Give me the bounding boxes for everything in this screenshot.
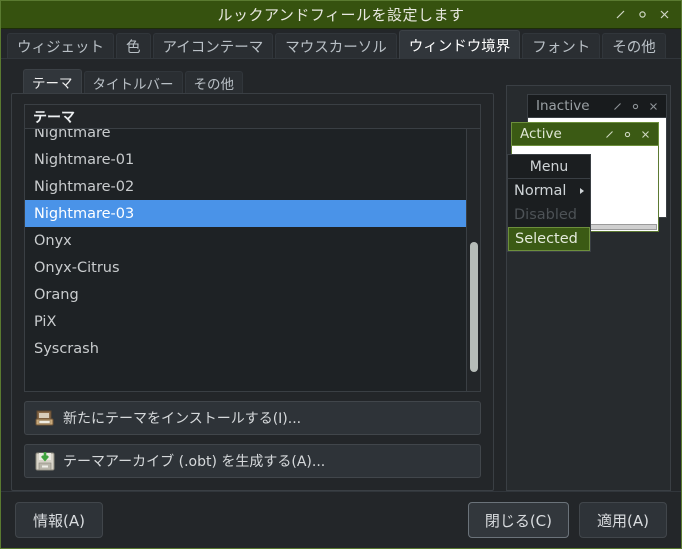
theme-list-scroll: Nightmare Nightmare-01 Nightmare-02 Nigh… bbox=[25, 129, 466, 362]
theme-panel: テーマ Nightmare Nightmare-01 Nightmare-02 … bbox=[11, 93, 494, 491]
minimize-icon bbox=[608, 97, 626, 115]
close-button[interactable]: 閉じる(C) bbox=[467, 502, 569, 538]
tab-fonts[interactable]: フォント bbox=[522, 33, 601, 59]
page-body: テーマ タイトルバー その他 テーマ Nightmare Nightmare-0… bbox=[1, 59, 681, 491]
titlebar[interactable]: ルックアンドフィールを設定します bbox=[1, 1, 681, 29]
list-item[interactable]: Nightmare-02 bbox=[25, 173, 466, 200]
statusbar-cell bbox=[586, 224, 657, 230]
list-item[interactable]: Syscrash bbox=[25, 335, 466, 362]
preview-menu-item-label: Disabled bbox=[514, 207, 577, 223]
left-column: テーマ タイトルバー その他 テーマ Nightmare Nightmare-0… bbox=[11, 67, 494, 491]
close-icon[interactable] bbox=[653, 4, 675, 26]
theme-list: テーマ Nightmare Nightmare-01 Nightmare-02 … bbox=[24, 104, 481, 392]
minimize-icon bbox=[600, 125, 618, 143]
list-item[interactable]: Onyx bbox=[25, 227, 466, 254]
minimize-icon[interactable] bbox=[609, 4, 631, 26]
preview-menu-title: Menu bbox=[508, 155, 590, 179]
preview-menu-item-selected: Selected bbox=[508, 227, 590, 251]
preview-menu-item-label: Selected bbox=[515, 231, 578, 247]
preview-menu: Menu Normal Disabled Selected bbox=[507, 154, 591, 252]
info-button[interactable]: 情報(A) bbox=[15, 502, 103, 538]
tab-mouse-cursor[interactable]: マウスカーソル bbox=[275, 33, 397, 59]
preview-menu-item-normal: Normal bbox=[508, 179, 590, 203]
install-archive-icon bbox=[34, 407, 56, 429]
list-item[interactable]: Nightmare-01 bbox=[25, 146, 466, 173]
install-theme-button[interactable]: 新たにテーマをインストールする(I)... bbox=[24, 401, 481, 435]
window-title: ルックアンドフィールを設定します bbox=[217, 6, 465, 24]
subtab-theme[interactable]: テーマ bbox=[23, 69, 82, 93]
maximize-icon[interactable] bbox=[631, 4, 653, 26]
list-item[interactable]: PiX bbox=[25, 308, 466, 335]
create-archive-button[interactable]: テーマアーカイブ (.obt) を生成する(A)... bbox=[24, 444, 481, 478]
preview-active-title: Active bbox=[520, 126, 562, 142]
tab-widgets[interactable]: ウィジェット bbox=[7, 33, 114, 59]
preview-inactive-title: Inactive bbox=[536, 98, 590, 114]
tab-icon-theme[interactable]: アイコンテーマ bbox=[152, 33, 274, 59]
list-item[interactable]: Orang bbox=[25, 281, 466, 308]
theme-list-header: テーマ bbox=[25, 105, 480, 129]
close-icon bbox=[636, 125, 654, 143]
look-and-feel-window: ルックアンドフィールを設定します ウィジェット 色 アイコンテーマ マウスカーソ… bbox=[0, 0, 682, 549]
install-theme-label: 新たにテーマをインストールする(I)... bbox=[63, 411, 302, 427]
apply-button[interactable]: 適用(A) bbox=[579, 502, 667, 538]
subtab-titlebar[interactable]: タイトルバー bbox=[83, 71, 183, 93]
list-item-selected[interactable]: Nightmare-03 bbox=[25, 200, 466, 227]
main-tabstrip: ウィジェット 色 アイコンテーマ マウスカーソル ウィンドウ境界 フォント その… bbox=[1, 29, 681, 59]
preview-menu-item-disabled: Disabled bbox=[508, 203, 590, 227]
preview-inactive-titlebar: Inactive bbox=[527, 94, 667, 118]
maximize-icon bbox=[618, 125, 636, 143]
preview-active-buttons bbox=[600, 125, 654, 143]
save-disk-icon bbox=[34, 450, 56, 472]
list-item[interactable]: Nightmare bbox=[25, 129, 466, 146]
preview-inactive-buttons bbox=[608, 97, 662, 115]
list-item[interactable]: Onyx-Citrus bbox=[25, 254, 466, 281]
content-row: テーマ タイトルバー その他 テーマ Nightmare Nightmare-0… bbox=[11, 67, 671, 491]
scrollbar-thumb[interactable] bbox=[470, 242, 478, 372]
theme-list-scrollbar[interactable] bbox=[466, 129, 480, 391]
theme-preview: Inactive Active Menu Normal Disabled Sel… bbox=[506, 85, 671, 491]
tab-window-decorations[interactable]: ウィンドウ境界 bbox=[398, 30, 521, 59]
tab-colors[interactable]: 色 bbox=[116, 33, 151, 59]
dialog-footer: 情報(A) 閉じる(C) 適用(A) bbox=[1, 491, 681, 548]
titlebar-buttons bbox=[609, 4, 681, 26]
create-archive-label: テーマアーカイブ (.obt) を生成する(A)... bbox=[63, 454, 326, 470]
theme-list-body[interactable]: Nightmare Nightmare-01 Nightmare-02 Nigh… bbox=[25, 129, 480, 391]
sub-tabstrip: テーマ タイトルバー その他 bbox=[11, 67, 494, 93]
subtab-other[interactable]: その他 bbox=[184, 71, 243, 93]
close-icon bbox=[644, 97, 662, 115]
tab-other[interactable]: その他 bbox=[602, 33, 666, 59]
preview-active-titlebar: Active bbox=[511, 122, 659, 146]
maximize-icon bbox=[626, 97, 644, 115]
chevron-right-icon bbox=[580, 188, 584, 194]
preview-menu-item-label: Normal bbox=[514, 183, 567, 199]
